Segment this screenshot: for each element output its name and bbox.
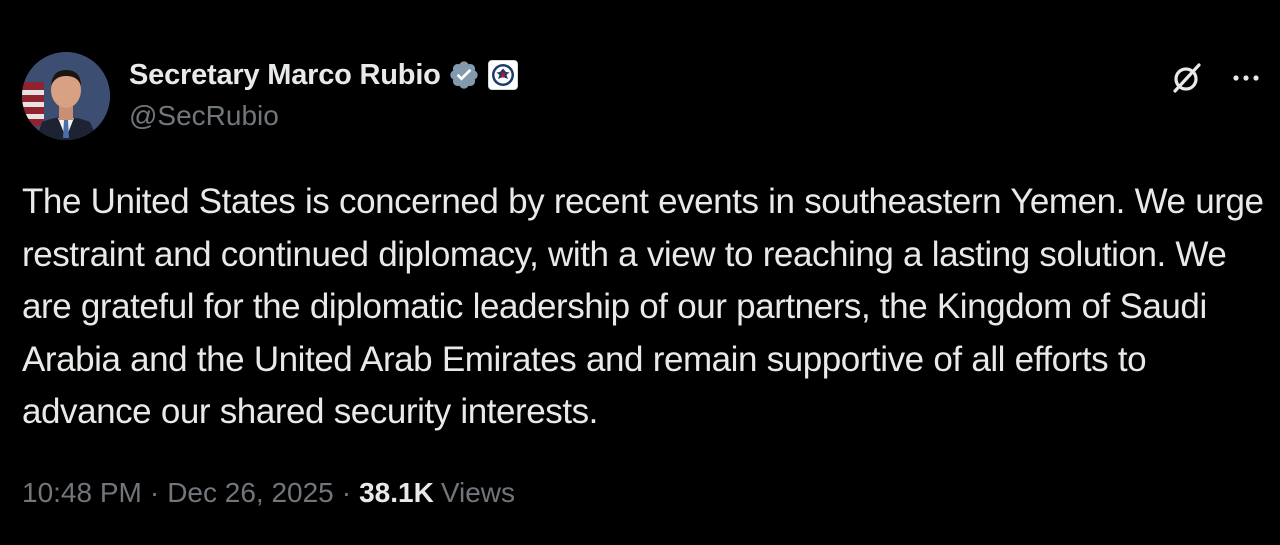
author-display-name[interactable]: Secretary Marco Rubio bbox=[129, 59, 441, 92]
grok-button[interactable] bbox=[1166, 58, 1206, 98]
separator: · bbox=[341, 477, 352, 508]
separator: · bbox=[149, 477, 160, 508]
tweet: Secretary Marco Rubio @SecRubio The Unit… bbox=[0, 0, 1280, 545]
verified-badge-icon[interactable] bbox=[448, 59, 480, 91]
views-label: Views bbox=[440, 477, 515, 508]
department-of-state-seal-icon[interactable] bbox=[487, 60, 518, 90]
author-name-row: Secretary Marco Rubio bbox=[129, 56, 518, 94]
tweet-time[interactable]: 10:48 PM bbox=[22, 477, 142, 509]
more-button[interactable] bbox=[1226, 58, 1266, 98]
grok-icon bbox=[1173, 63, 1201, 93]
tweet-metadata: 10:48 PM · Dec 26, 2025 · 38.1K Views bbox=[22, 477, 515, 509]
avatar[interactable] bbox=[22, 52, 110, 140]
tweet-date[interactable]: Dec 26, 2025 bbox=[167, 477, 334, 509]
author-handle[interactable]: @SecRubio bbox=[129, 100, 279, 132]
views-count: 38.1K bbox=[359, 477, 434, 508]
avatar-image bbox=[22, 52, 110, 140]
tweet-text: The United States is concerned by recent… bbox=[22, 182, 1264, 431]
more-icon bbox=[1233, 75, 1259, 81]
